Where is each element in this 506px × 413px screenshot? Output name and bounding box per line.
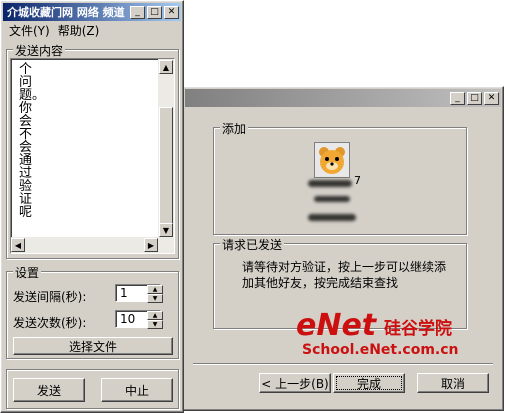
finish-button[interactable]: 完成 [333,373,405,393]
watermark: eNet 硅谷学院 School.eNet.com.cn [296,308,506,368]
spin-up-icon[interactable]: ▲ [147,285,163,294]
add-group-label: 添加 [220,120,249,137]
scroll-left-icon[interactable]: ◀ [11,238,25,252]
contact-id-redacted [314,196,350,202]
horizontal-scrollbar[interactable]: ◀ ▶ [11,237,174,253]
message-text: 个问题。你会不会通过验证呢 [19,62,46,220]
close-icon[interactable]: ✕ [164,5,179,19]
bear-avatar-icon [314,142,350,178]
watermark-url: School.eNet.com.cn [302,342,459,358]
content-group-label: 发送内容 [13,42,66,59]
request-group-label: 请求已发送 [220,236,285,253]
minimize-icon[interactable]: _ [450,91,465,105]
request-message-line1: 请等待对方验证，按上一步可以继续添 [242,260,447,274]
minimize-icon[interactable]: _ [130,5,145,19]
maximize-icon[interactable]: □ [467,91,482,105]
interval-spinner[interactable]: ▲ ▼ [147,285,163,303]
scroll-thumb[interactable] [159,107,173,225]
content-group: 发送内容 个问题。你会不会通过验证呢 ▲ ▼ ◀ ▶ [6,42,179,259]
stop-button[interactable]: 中止 [101,378,173,402]
dialog-titlebar: _ □ ✕ [185,89,501,107]
spin-up-icon[interactable]: ▲ [147,311,163,320]
scroll-up-icon[interactable]: ▲ [159,60,173,74]
send-button[interactable]: 发送 [13,378,85,402]
back-button[interactable]: < 上一步(B) [259,373,331,393]
menubar: 文件(Y) 帮助(Z) [3,22,99,40]
count-spinner[interactable]: ▲ ▼ [147,311,163,329]
settings-group: 设置 发送间隔(秒): 1 ▲ ▼ 发送次数(秒): 10 ▲ ▼ 选择文件 [6,264,179,359]
settings-group-label: 设置 [13,264,42,281]
contact-info-redacted [308,214,356,221]
watermark-brand: eNet [296,308,377,343]
menu-help[interactable]: 帮助(Z) [58,22,100,40]
sender-titlebar: 介城收藏门网 网络 频道 _ □ ✕ [3,3,181,21]
scroll-down-icon[interactable]: ▼ [159,223,173,237]
scroll-right-icon[interactable]: ▶ [144,238,158,252]
vertical-scrollbar[interactable]: ▲ ▼ [158,59,174,237]
count-label: 发送次数(秒): [13,316,87,330]
window-title: 介城收藏门网 网络 频道 [7,6,125,19]
watermark-chinese: 硅谷学院 [384,319,452,339]
request-message-line2: 加其他好友，按完成结束查找 [242,276,399,290]
menu-file[interactable]: 文件(Y) [9,22,50,40]
spin-down-icon[interactable]: ▼ [147,294,163,303]
action-group: 发送 中止 [6,369,179,409]
sender-window: 介城收藏门网 网络 频道 _ □ ✕ 文件(Y) 帮助(Z) 发送内容 个问题。… [0,0,184,413]
close-icon[interactable]: ✕ [484,91,499,105]
interval-label: 发送间隔(秒): [13,290,87,304]
add-group: 添加 7 [213,120,467,235]
cancel-button[interactable]: 取消 [417,373,489,393]
contact-nickname-redacted [308,180,352,187]
contact-suffix: 7 [354,174,361,187]
maximize-icon[interactable]: □ [147,5,162,19]
spin-down-icon[interactable]: ▼ [147,320,163,329]
message-textarea[interactable]: 个问题。你会不会通过验证呢 ▲ ▼ ◀ ▶ [10,58,175,254]
select-file-button[interactable]: 选择文件 [13,337,173,355]
